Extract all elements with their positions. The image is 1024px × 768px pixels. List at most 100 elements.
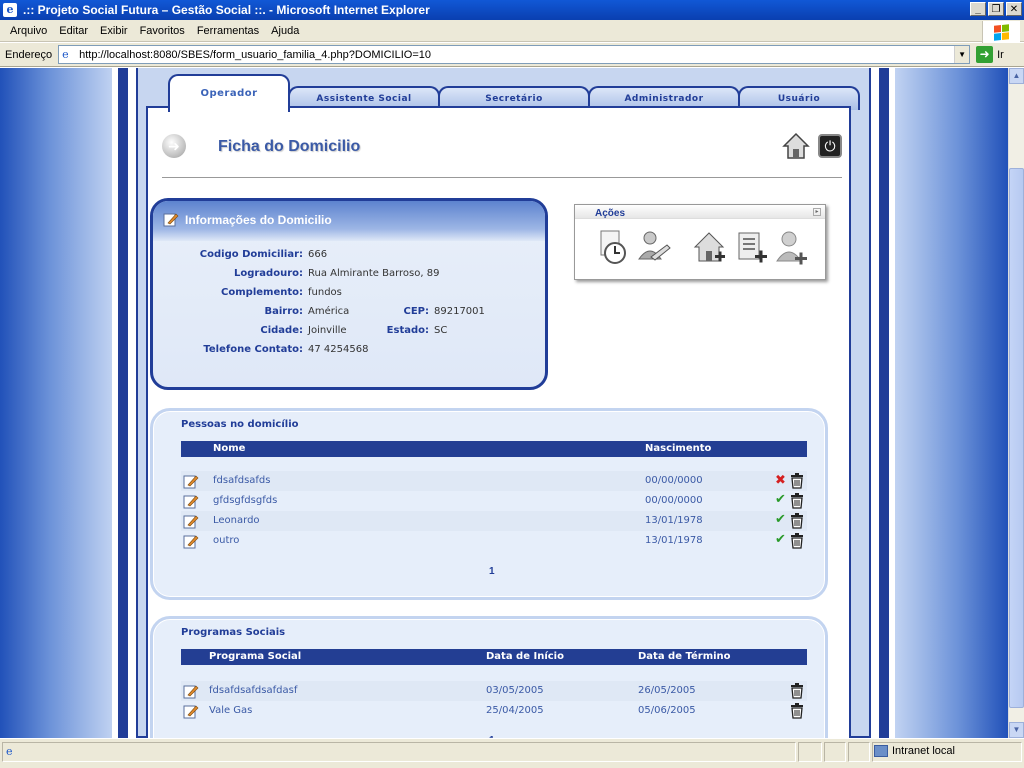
tab-operador-label: Operador bbox=[200, 88, 258, 99]
table-row: outro 13/01/1978 ✔ bbox=[181, 531, 807, 551]
cep-value: 89217001 bbox=[434, 306, 485, 317]
address-input[interactable]: e http://localhost:8080/SBES/form_usuari… bbox=[58, 45, 971, 64]
pessoa-nascimento: 00/00/0000 bbox=[645, 495, 703, 506]
codigo-label: Codigo Domiciliar: bbox=[199, 249, 303, 260]
bairro-value: América bbox=[308, 306, 350, 317]
minimize-button[interactable]: _ bbox=[970, 2, 986, 16]
pessoa-nome[interactable]: outro bbox=[213, 535, 239, 546]
page-inner: Usuário Administrador Secretário Assiste… bbox=[136, 68, 871, 738]
logradouro-label: Logradouro: bbox=[233, 268, 303, 279]
bairro-label: Bairro: bbox=[264, 306, 303, 317]
zone-label: Intranet local bbox=[892, 745, 955, 757]
go-arrow-icon[interactable]: ➜ bbox=[976, 46, 994, 63]
power-icon[interactable]: ⏻ bbox=[818, 134, 842, 158]
go-label[interactable]: Ir bbox=[997, 49, 1004, 61]
close-button[interactable]: ✕ bbox=[1006, 2, 1022, 16]
collapse-icon[interactable]: ▸ bbox=[813, 208, 821, 216]
window-title: .:: Projeto Social Futura – Gestão Socia… bbox=[23, 3, 430, 17]
col-nome: Nome bbox=[213, 443, 246, 454]
edit-icon[interactable] bbox=[183, 473, 199, 489]
programa-inicio: 03/05/2005 bbox=[486, 685, 544, 696]
edit-icon[interactable] bbox=[183, 513, 199, 529]
page-header: ➜ Ficha do Domicilio ⏻ bbox=[162, 132, 842, 178]
trash-icon[interactable] bbox=[790, 683, 804, 699]
status-cell bbox=[824, 742, 846, 762]
tab-usuario-label: Usuário bbox=[777, 94, 821, 104]
window-titlebar: e .:: Projeto Social Futura – Gestão Soc… bbox=[0, 0, 1024, 20]
trash-icon[interactable] bbox=[790, 703, 804, 719]
trash-icon[interactable] bbox=[790, 473, 804, 489]
trash-icon[interactable] bbox=[790, 493, 804, 509]
home-icon[interactable] bbox=[782, 132, 810, 160]
address-bar: Endereço e http://localhost:8080/SBES/fo… bbox=[0, 43, 1024, 67]
scroll-down-icon[interactable]: ▼ bbox=[1009, 722, 1024, 738]
back-arrow-icon[interactable]: ➜ bbox=[162, 134, 186, 158]
acoes-panel: Ações ▸ bbox=[574, 204, 826, 280]
col-programa: Programa Social bbox=[209, 651, 302, 662]
clock-doc-icon[interactable] bbox=[595, 229, 629, 267]
trash-icon[interactable] bbox=[790, 513, 804, 529]
pessoa-nascimento: 13/01/1978 bbox=[645, 535, 703, 546]
telefone-label: Telefone Contato: bbox=[203, 344, 303, 355]
x-icon[interactable]: ✖ bbox=[775, 473, 786, 488]
col-nascimento: Nascimento bbox=[645, 443, 712, 454]
edit-icon[interactable] bbox=[183, 493, 199, 509]
programa-nome[interactable]: fdsafdsafdsafdasf bbox=[209, 685, 297, 696]
edit-icon[interactable] bbox=[183, 703, 199, 719]
programa-termino: 05/06/2005 bbox=[638, 705, 696, 716]
programas-title: Programas Sociais bbox=[181, 627, 286, 638]
menu-ferramentas[interactable]: Ferramentas bbox=[191, 25, 265, 37]
vertical-scrollbar[interactable]: ▲ ▼ bbox=[1008, 68, 1024, 738]
tab-bar: Usuário Administrador Secretário Assiste… bbox=[168, 72, 888, 112]
programas-panel: Programas Sociais Programa Social Data d… bbox=[150, 616, 828, 738]
windows-logo-icon bbox=[982, 21, 1020, 43]
cidade-value: Joinville bbox=[308, 325, 347, 336]
tab-secretario-label: Secretário bbox=[485, 94, 543, 104]
check-icon[interactable]: ✔ bbox=[775, 512, 786, 527]
pessoa-nome[interactable]: Leonardo bbox=[213, 515, 260, 526]
page-icon: e bbox=[62, 48, 69, 61]
tab-operador[interactable]: Operador bbox=[168, 74, 290, 112]
pessoa-nascimento: 13/01/1978 bbox=[645, 515, 703, 526]
address-dropdown-icon[interactable]: ▼ bbox=[954, 46, 970, 63]
programa-termino: 26/05/2005 bbox=[638, 685, 696, 696]
pessoa-nome[interactable]: gfdsgfdsgfds bbox=[213, 495, 277, 506]
restore-button[interactable]: ❐ bbox=[988, 2, 1004, 16]
browser-viewport: Usuário Administrador Secretário Assiste… bbox=[0, 68, 1008, 738]
add-house-icon[interactable] bbox=[693, 229, 727, 267]
address-url[interactable]: http://localhost:8080/SBES/form_usuario_… bbox=[79, 49, 431, 61]
menu-editar[interactable]: Editar bbox=[53, 25, 94, 37]
info-domicilio-box: Informações do Domicilio Codigo Domicili… bbox=[150, 198, 548, 390]
programas-table-header: Programa Social Data de Início Data de T… bbox=[181, 649, 807, 665]
codigo-value: 666 bbox=[308, 249, 328, 260]
check-icon[interactable]: ✔ bbox=[775, 532, 786, 547]
edit-icon[interactable] bbox=[183, 683, 199, 699]
menu-arquivo[interactable]: Arquivo bbox=[4, 25, 53, 37]
add-person-icon[interactable] bbox=[775, 229, 809, 267]
add-list-icon[interactable] bbox=[735, 229, 769, 267]
estado-label: Estado: bbox=[386, 325, 429, 336]
trash-icon[interactable] bbox=[790, 533, 804, 549]
menu-exibir[interactable]: Exibir bbox=[94, 25, 134, 37]
pessoa-nome[interactable]: fdsafdsafds bbox=[213, 475, 271, 486]
col-inicio: Data de Início bbox=[486, 651, 564, 662]
table-row: Leonardo 13/01/1978 ✔ bbox=[181, 511, 807, 531]
programa-nome[interactable]: Vale Gas bbox=[209, 705, 252, 716]
status-cell bbox=[798, 742, 822, 762]
check-icon[interactable]: ✔ bbox=[775, 492, 786, 507]
pessoas-table-header: Nome Nascimento bbox=[181, 441, 807, 457]
pessoas-pager[interactable]: 1 bbox=[489, 566, 495, 577]
scroll-up-icon[interactable]: ▲ bbox=[1009, 68, 1024, 84]
menu-bar: Arquivo Editar Exibir Favoritos Ferramen… bbox=[0, 20, 1024, 42]
cep-label: CEP: bbox=[403, 306, 430, 317]
menu-favoritos[interactable]: Favoritos bbox=[134, 25, 191, 37]
cidade-label: Cidade: bbox=[260, 325, 303, 336]
go-button[interactable]: ➜ Ir bbox=[976, 46, 1004, 63]
menu-ajuda[interactable]: Ajuda bbox=[265, 25, 305, 37]
edit-icon[interactable] bbox=[183, 533, 199, 549]
table-row: Vale Gas 25/04/2005 05/06/2005 bbox=[181, 701, 807, 721]
person-edit-icon[interactable] bbox=[637, 229, 671, 267]
table-row: gfdsgfdsgfds 00/00/0000 ✔ bbox=[181, 491, 807, 511]
scroll-thumb[interactable] bbox=[1009, 168, 1024, 708]
ie-icon: e bbox=[3, 3, 17, 17]
